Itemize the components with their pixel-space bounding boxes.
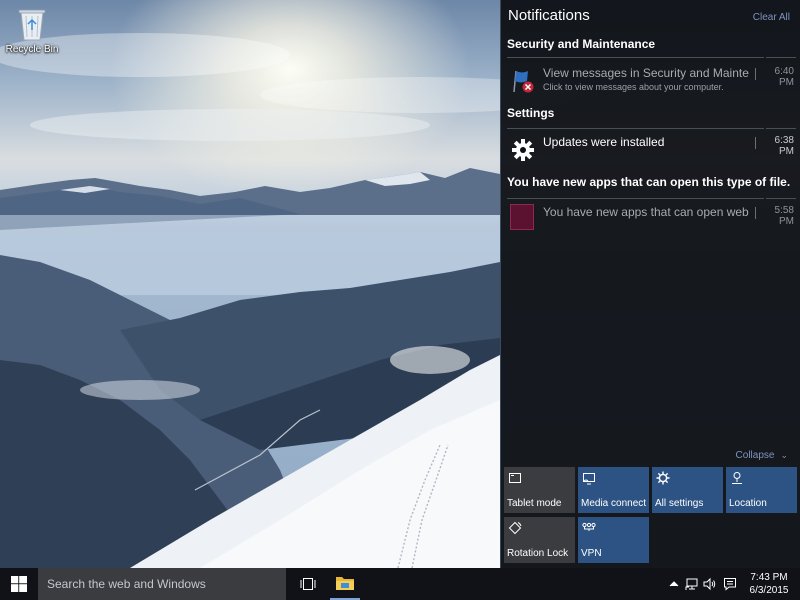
quick-action-tablet-mode[interactable]: Tablet mode xyxy=(504,467,575,513)
quick-action-all-settings[interactable]: All settings xyxy=(652,467,723,513)
notification-updates-installed[interactable]: Updates were installed 6:38 PM xyxy=(507,131,796,171)
gear-icon xyxy=(512,139,534,161)
notification-title: View messages in Security and Maintena xyxy=(543,66,749,80)
notification-time: 6:40 PM xyxy=(774,66,794,88)
gear-icon xyxy=(656,471,670,485)
collapse-button[interactable]: Collapse ⌄ xyxy=(736,450,788,461)
search-box[interactable]: Search the web and Windows xyxy=(38,568,286,600)
file-explorer-button[interactable] xyxy=(330,568,360,600)
quick-action-rotation-lock[interactable]: Rotation Lock xyxy=(504,517,575,563)
action-center-panel: Notifications Clear All Security and Mai… xyxy=(500,0,800,568)
notification-security-maintenance[interactable]: View messages in Security and Maintena C… xyxy=(507,62,796,102)
chevron-up-icon[interactable] xyxy=(667,577,681,591)
clock-time: 7:43 PM xyxy=(750,572,788,583)
action-center-icon[interactable] xyxy=(723,577,737,591)
clear-all-button[interactable]: Clear All xyxy=(753,12,790,23)
location-icon xyxy=(732,472,742,484)
taskbar-clock[interactable]: 7:43 PM 6/3/2015 xyxy=(742,571,796,597)
group-divider xyxy=(766,198,796,199)
action-center-header: Notifications Clear All xyxy=(508,7,790,27)
start-button[interactable] xyxy=(0,568,38,600)
quick-action-vpn[interactable]: VPN xyxy=(578,517,649,563)
task-view-button[interactable] xyxy=(294,568,322,600)
group-divider xyxy=(507,128,764,129)
notification-time: 6:38 PM xyxy=(774,135,794,157)
recycle-bin-shortcut[interactable]: Recycle Bin xyxy=(4,4,60,66)
group-divider xyxy=(766,128,796,129)
rotation-lock-icon xyxy=(508,521,522,535)
recycle-bin-icon xyxy=(18,9,46,41)
search-placeholder: Search the web and Windows xyxy=(47,577,206,591)
quick-actions-grid: Tablet mode Media connect All settings L… xyxy=(504,467,798,563)
app-tile-icon xyxy=(510,204,534,230)
notification-separator xyxy=(755,68,756,80)
notification-time: 5:58 PM xyxy=(774,205,794,227)
quick-action-label: VPN xyxy=(581,548,602,559)
chevron-down-icon: ⌄ xyxy=(780,450,788,460)
security-flag-icon xyxy=(513,70,534,93)
quick-action-label: Rotation Lock xyxy=(507,548,569,559)
quick-action-label: Media connect xyxy=(581,498,647,509)
notification-subtitle: Click to view messages about your comput… xyxy=(543,82,724,92)
windows-logo-icon xyxy=(11,576,27,592)
group-title-security: Security and Maintenance xyxy=(507,37,656,51)
group-divider xyxy=(507,198,764,199)
notification-separator xyxy=(755,207,756,219)
collapse-label: Collapse xyxy=(735,450,775,461)
quick-action-label: All settings xyxy=(655,498,704,509)
taskbar: Search the web and Windows 7:43 PM 6/3/2… xyxy=(0,568,800,600)
notification-new-apps[interactable]: You have new apps that can open webp: 5:… xyxy=(507,201,796,241)
notification-title: You have new apps that can open webp: xyxy=(543,205,749,219)
quick-action-media-connect[interactable]: Media connect xyxy=(578,467,649,513)
media-connect-icon xyxy=(583,473,595,485)
group-divider xyxy=(507,57,764,58)
group-title-new-apps: You have new apps that can open this typ… xyxy=(507,175,791,189)
group-title-settings: Settings xyxy=(507,106,555,120)
recycle-bin-label: Recycle Bin xyxy=(5,44,59,55)
notification-title: Updates were installed xyxy=(543,135,665,149)
clock-date: 6/3/2015 xyxy=(749,585,789,596)
action-center-title: Notifications xyxy=(508,7,590,24)
task-view-icon xyxy=(300,578,316,590)
quick-action-location[interactable]: Location xyxy=(726,467,797,513)
quick-action-label: Location xyxy=(729,498,767,509)
vpn-icon xyxy=(582,522,596,531)
network-icon[interactable] xyxy=(685,577,699,591)
tablet-mode-icon xyxy=(509,473,521,483)
folder-icon xyxy=(336,577,354,590)
quick-action-label: Tablet mode xyxy=(507,498,562,509)
group-divider xyxy=(766,57,796,58)
volume-icon[interactable] xyxy=(703,577,717,591)
notification-separator xyxy=(755,137,756,149)
